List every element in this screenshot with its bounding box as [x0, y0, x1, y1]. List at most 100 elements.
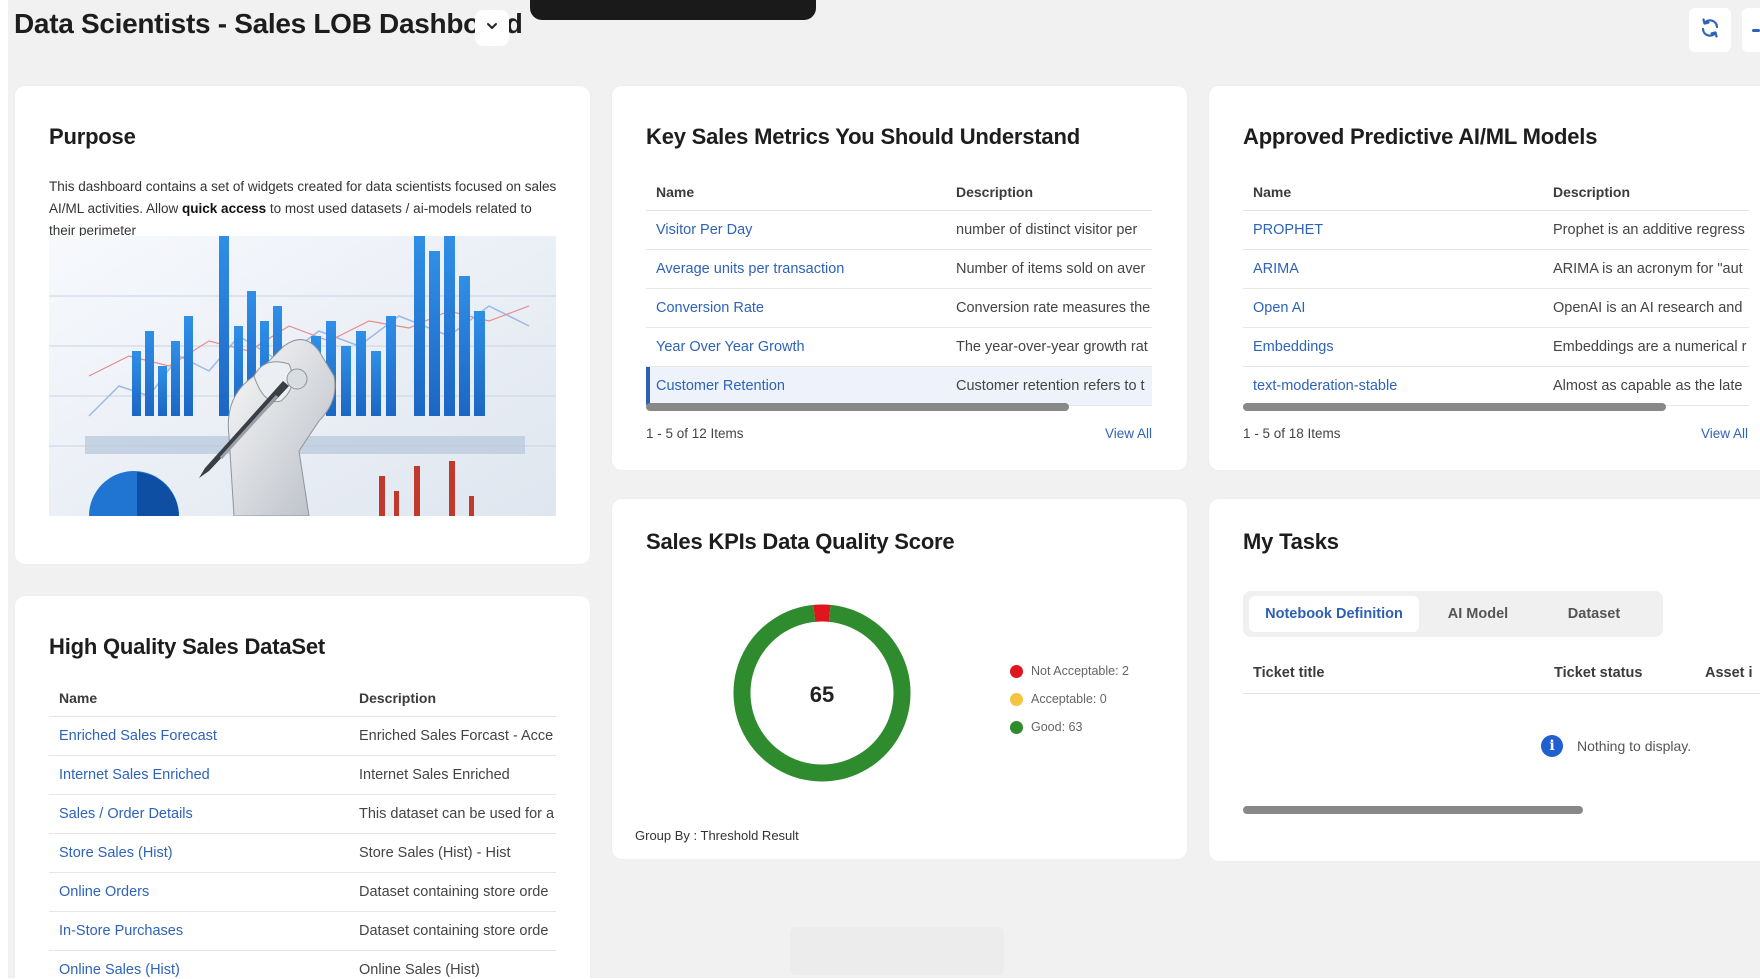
tasks-empty-state: i Nothing to display.: [1541, 735, 1691, 757]
chevron-down-icon: [485, 19, 499, 38]
legend-item-good[interactable]: Good: 63: [1010, 720, 1082, 734]
model-name-link[interactable]: Open AI: [1243, 288, 1543, 328]
column-header-description[interactable]: Description: [349, 680, 556, 717]
view-all-link[interactable]: View All: [1105, 426, 1152, 441]
metric-name-link[interactable]: Conversion Rate: [646, 288, 946, 328]
dataset-description: This dataset can be used for a: [349, 794, 556, 834]
models-title: Approved Predictive AI/ML Models: [1243, 124, 1598, 149]
data-quality-card: Sales KPIs Data Quality Score 65 Not Acc…: [612, 499, 1187, 859]
horizontal-scrollbar[interactable]: [646, 403, 1069, 411]
dashboard-switcher-button[interactable]: [475, 10, 509, 46]
model-name-link[interactable]: ARIMA: [1243, 249, 1543, 289]
metric-description: number of distinct visitor per: [946, 210, 1152, 250]
table-row-selected[interactable]: Customer Retention Customer retention re…: [646, 366, 1152, 406]
tasks-tab-bar: Notebook Definition AI Model Dataset: [1243, 591, 1663, 637]
model-name-link[interactable]: text-moderation-stable: [1243, 366, 1543, 406]
pager-summary: 1 - 5 of 18 Items: [1243, 426, 1341, 441]
table-row[interactable]: Store Sales (Hist) Store Sales (Hist) - …: [49, 833, 556, 873]
column-header-description[interactable]: Description: [1543, 174, 1749, 211]
tab-notebook-definition[interactable]: Notebook Definition: [1249, 596, 1419, 632]
screen-share-overlay-bar: [530, 0, 816, 20]
view-all-link[interactable]: View All: [1701, 426, 1748, 441]
table-row[interactable]: text-moderation-stable Almost as capable…: [1243, 366, 1749, 406]
table-row[interactable]: PROPHET Prophet is an additive regress: [1243, 210, 1749, 250]
datasets-card: High Quality Sales DataSet Name Descript…: [15, 596, 590, 979]
dataset-name-link[interactable]: In-Store Purchases: [49, 911, 349, 951]
table-row[interactable]: Year Over Year Growth The year-over-year…: [646, 327, 1152, 367]
donut-center-score: 65: [810, 682, 834, 707]
table-row[interactable]: Enriched Sales Forecast Enriched Sales F…: [49, 716, 556, 756]
table-row[interactable]: In-Store Purchases Dataset containing st…: [49, 911, 556, 951]
dataset-name-link[interactable]: Sales / Order Details: [49, 794, 349, 834]
tasks-table-header: Ticket title Ticket status Asset i: [1243, 657, 1760, 694]
column-header-asset[interactable]: Asset i: [1705, 665, 1753, 681]
dataset-name-link[interactable]: Online Sales (Hist): [49, 950, 349, 979]
table-row[interactable]: ARIMA ARIMA is an acronym for "aut: [1243, 249, 1749, 289]
refresh-button[interactable]: [1689, 8, 1731, 52]
metric-description: Customer retention refers to t: [946, 366, 1152, 406]
column-header-name[interactable]: Name: [1243, 174, 1543, 211]
model-name-link[interactable]: PROPHET: [1243, 210, 1543, 250]
tab-dataset[interactable]: Dataset: [1539, 596, 1649, 632]
legend-dot-not-acceptable: [1010, 664, 1023, 678]
legend-item-acceptable[interactable]: Acceptable: 0: [1010, 692, 1107, 706]
tab-ai-model[interactable]: AI Model: [1423, 596, 1533, 632]
column-header-ticket-status[interactable]: Ticket status: [1554, 665, 1642, 681]
purpose-card: Purpose This dashboard contains a set of…: [15, 86, 590, 564]
model-description: OpenAI is an AI research and: [1543, 288, 1749, 328]
dataset-description: Dataset containing store orde: [349, 872, 556, 912]
key-metrics-title: Key Sales Metrics You Should Understand: [646, 124, 1080, 149]
model-description: Embeddings are a numerical r: [1543, 327, 1749, 367]
info-icon: i: [1541, 735, 1563, 757]
metric-name-link[interactable]: Visitor Per Day: [646, 210, 946, 250]
metric-name-link[interactable]: Customer Retention: [646, 366, 946, 406]
table-row[interactable]: Conversion Rate Conversion rate measures…: [646, 288, 1152, 328]
page-title: Data Scientists - Sales LOB Dashboard: [14, 8, 523, 39]
models-card: Approved Predictive AI/ML Models Name De…: [1209, 86, 1760, 470]
table-row[interactable]: Sales / Order Details This dataset can b…: [49, 794, 556, 834]
dataset-description: Store Sales (Hist) - Hist: [349, 833, 556, 873]
metric-description: Number of items sold on aver: [946, 249, 1152, 289]
model-description: ARIMA is an acronym for "aut: [1543, 249, 1749, 289]
my-tasks-title: My Tasks: [1243, 529, 1339, 554]
empty-message: Nothing to display.: [1577, 738, 1692, 754]
metric-description: Conversion rate measures the: [946, 288, 1152, 328]
table-row[interactable]: Visitor Per Day number of distinct visit…: [646, 210, 1152, 250]
table-row[interactable]: Average units per transaction Number of …: [646, 249, 1152, 289]
legend-label: Acceptable: 0: [1031, 692, 1107, 706]
key-metrics-card: Key Sales Metrics You Should Understand …: [612, 86, 1187, 470]
metric-description: The year-over-year growth rat: [946, 327, 1152, 367]
table-row[interactable]: Embeddings Embeddings are a numerical r: [1243, 327, 1749, 367]
column-header-description[interactable]: Description: [946, 174, 1152, 211]
purpose-text-bold: quick access: [182, 201, 267, 216]
dataset-description: Enriched Sales Forcast - Acce: [349, 716, 556, 756]
horizontal-scrollbar[interactable]: [1243, 806, 1583, 814]
horizontal-scrollbar[interactable]: [1243, 403, 1666, 411]
legend-label: Good: 63: [1031, 720, 1083, 734]
refresh-icon: [1698, 16, 1722, 45]
dataset-name-link[interactable]: Enriched Sales Forecast: [49, 716, 349, 756]
model-description: Prophet is an additive regress: [1543, 210, 1749, 250]
floating-toolbar[interactable]: [790, 927, 1004, 975]
table-header-row: Name Description: [1243, 174, 1749, 211]
metric-name-link[interactable]: Average units per transaction: [646, 249, 946, 289]
metric-name-link[interactable]: Year Over Year Growth: [646, 327, 946, 367]
dataset-name-link[interactable]: Online Orders: [49, 872, 349, 912]
column-header-ticket-title[interactable]: Ticket title: [1253, 665, 1324, 681]
dataset-description: Internet Sales Enriched: [349, 755, 556, 795]
column-header-name[interactable]: Name: [49, 680, 349, 717]
table-row[interactable]: Online Orders Dataset containing store o…: [49, 872, 556, 912]
dataset-name-link[interactable]: Store Sales (Hist): [49, 833, 349, 873]
legend-dot-good: [1010, 720, 1023, 734]
purpose-illustration: [49, 236, 556, 516]
column-header-name[interactable]: Name: [646, 174, 946, 211]
table-row[interactable]: Online Sales (Hist) Online Sales (Hist): [49, 950, 556, 979]
model-name-link[interactable]: Embeddings: [1243, 327, 1543, 367]
table-header-row: Name Description: [49, 680, 556, 717]
dataset-name-link[interactable]: Internet Sales Enriched: [49, 755, 349, 795]
table-row[interactable]: Internet Sales Enriched Internet Sales E…: [49, 755, 556, 795]
table-row[interactable]: Open AI OpenAI is an AI research and: [1243, 288, 1749, 328]
more-button[interactable]: [1742, 8, 1760, 52]
legend-item-not-acceptable[interactable]: Not Acceptable: 2: [1010, 664, 1129, 678]
my-tasks-card: My Tasks Notebook Definition AI Model Da…: [1209, 499, 1760, 861]
